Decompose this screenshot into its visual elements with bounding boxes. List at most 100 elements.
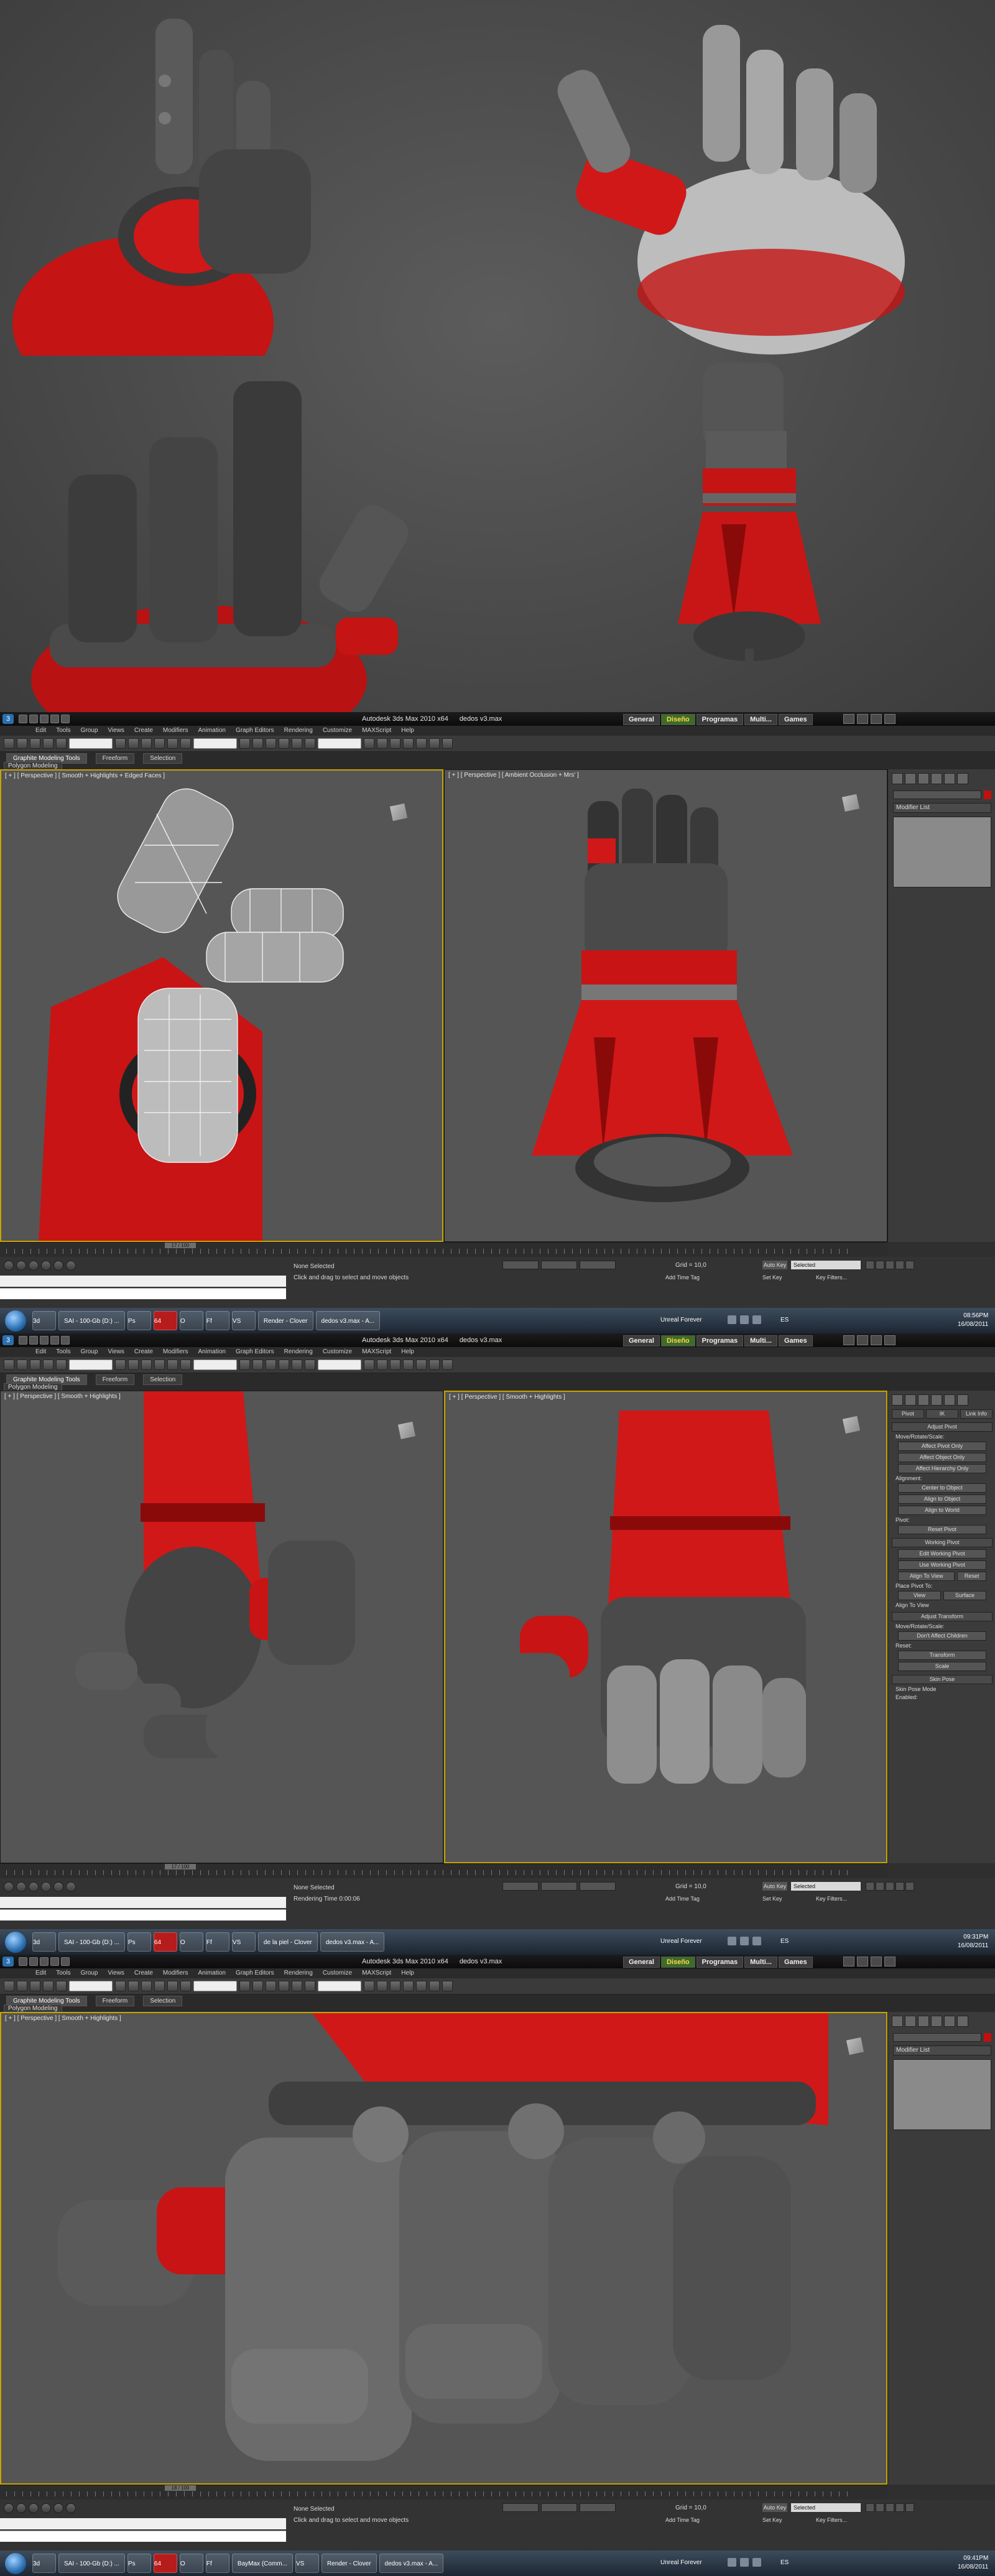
tab-pivot[interactable]: Pivot	[892, 1409, 924, 1419]
region-select-icon[interactable]	[141, 1360, 152, 1370]
prev-frame-icon[interactable]	[876, 2503, 884, 2512]
tray-icon[interactable]	[740, 2558, 749, 2567]
ws-diseno[interactable]: Diseño	[660, 1335, 695, 1346]
modifier-stack[interactable]	[893, 2059, 991, 2130]
ws-games[interactable]: Games	[778, 714, 813, 725]
edit-working-pivot-button[interactable]: Edit Working Pivot	[898, 1549, 986, 1559]
display-tab-icon[interactable]	[944, 1394, 955, 1406]
affect-object-only-button[interactable]: Affect Object Only	[898, 1453, 986, 1462]
unreal-forever-label[interactable]: Unreal Forever	[660, 1938, 702, 1945]
play-icon[interactable]	[886, 1261, 894, 1269]
mirror-icon[interactable]	[292, 1360, 302, 1370]
viewcube[interactable]	[397, 1420, 417, 1440]
scale-button[interactable]: Scale	[898, 1662, 986, 1671]
render-icon[interactable]	[442, 1981, 453, 1991]
track-ruler[interactable]	[6, 1249, 855, 1254]
undo-icon[interactable]	[50, 1957, 59, 1966]
working-pivot-rollout[interactable]: Working Pivot	[892, 1538, 993, 1547]
rotate-icon[interactable]	[167, 1981, 178, 1991]
menu-create[interactable]: Create	[130, 1347, 157, 1357]
orbit-icon[interactable]	[4, 2503, 14, 2513]
tab-freeform[interactable]: Freeform	[95, 753, 135, 764]
transform-button[interactable]: Transform	[898, 1651, 986, 1660]
key-filters-button[interactable]: Key Filters...	[816, 1274, 847, 1281]
orbit-icon[interactable]	[4, 1261, 14, 1271]
tray-icon[interactable]	[752, 2558, 761, 2567]
rotate-icon[interactable]	[167, 738, 178, 749]
tab-selection[interactable]: Selection	[143, 1996, 183, 2006]
taskbar-item[interactable]: VS	[231, 1311, 256, 1330]
move-icon[interactable]	[154, 738, 165, 749]
zoom-all-icon[interactable]	[41, 2503, 51, 2513]
key-filters-button[interactable]: Key Filters...	[816, 2517, 847, 2523]
zoom-icon[interactable]	[29, 2503, 39, 2513]
key-mode-dropdown[interactable]: Selected	[791, 2503, 861, 2512]
scale-icon[interactable]	[180, 738, 191, 749]
goto-start-icon[interactable]	[866, 1882, 874, 1891]
angle-snap-icon[interactable]	[266, 738, 276, 749]
menu-views[interactable]: Views	[103, 1347, 129, 1357]
adjust-pivot-rollout[interactable]: Adjust Pivot	[892, 1422, 993, 1432]
viewcube[interactable]	[841, 1415, 861, 1435]
undo-icon[interactable]	[4, 738, 14, 749]
x-field[interactable]	[502, 1882, 539, 1891]
zoom-all-icon[interactable]	[41, 1882, 51, 1892]
taskbar-item[interactable]: 64	[153, 1311, 177, 1330]
redo-icon[interactable]	[61, 715, 70, 723]
maximize-viewport-icon[interactable]	[66, 2503, 76, 2513]
select-icon[interactable]	[115, 1360, 126, 1370]
viewcube[interactable]	[841, 793, 861, 813]
menu-edit[interactable]: Edit	[31, 1347, 50, 1357]
angle-snap-icon[interactable]	[266, 1360, 276, 1370]
modify-tab-icon[interactable]	[905, 2016, 916, 2027]
tab-selection[interactable]: Selection	[143, 753, 183, 764]
help-icon[interactable]	[843, 1335, 854, 1345]
x-field[interactable]	[502, 2503, 539, 2512]
field-of-view-icon[interactable]	[53, 2503, 63, 2513]
render-setup-icon[interactable]	[416, 1360, 427, 1370]
utilities-tab-icon[interactable]	[957, 1394, 968, 1406]
redo-icon[interactable]	[61, 1957, 70, 1966]
taskbar-item[interactable]: 3d	[32, 2554, 56, 2573]
undo-icon[interactable]	[50, 1336, 59, 1345]
menu-create[interactable]: Create	[130, 1968, 157, 1978]
frame-indicator[interactable]: 18 / 100	[165, 2485, 196, 2491]
align-to-view-checkbox[interactable]: Align To View	[895, 1602, 989, 1608]
unlink-icon[interactable]	[43, 738, 53, 749]
taskbar-item[interactable]: dedos v3.max - A...	[379, 2554, 444, 2573]
maxscript-output[interactable]	[0, 2531, 286, 2542]
menu-tools[interactable]: Tools	[52, 1968, 75, 1978]
menu-animation[interactable]: Animation	[193, 1347, 229, 1357]
selection-filter-dropdown[interactable]	[69, 1360, 113, 1370]
taskbar-item[interactable]: dedos v3.max - A...	[315, 1311, 381, 1330]
bind-icon[interactable]	[56, 738, 67, 749]
time-slider[interactable]: 18 / 100	[0, 2485, 887, 2500]
curve-editor-icon[interactable]	[377, 1981, 387, 1991]
zoom-icon[interactable]	[29, 1882, 39, 1892]
tab-freeform[interactable]: Freeform	[95, 1996, 135, 2006]
render-setup-icon[interactable]	[416, 1981, 427, 1991]
close-icon[interactable]	[884, 714, 895, 724]
reference-coord-dropdown[interactable]	[193, 1981, 237, 1991]
field-of-view-icon[interactable]	[53, 1261, 63, 1271]
menu-maxscript[interactable]: MAXScript	[358, 1347, 396, 1357]
viewport-left[interactable]: [ + ] [ Perspective ] [ Smooth + Highlig…	[0, 769, 443, 1242]
ws-diseno[interactable]: Diseño	[660, 1957, 695, 1968]
menu-group[interactable]: Group	[76, 726, 103, 736]
ws-games[interactable]: Games	[778, 1957, 813, 1968]
add-time-tag[interactable]: Add Time Tag	[665, 1274, 700, 1281]
reference-coord-dropdown[interactable]	[193, 1360, 237, 1370]
taskbar-item[interactable]: Render - Clover	[257, 1311, 313, 1330]
next-frame-icon[interactable]	[895, 1261, 904, 1269]
utilities-tab-icon[interactable]	[957, 773, 968, 784]
viewport-right[interactable]: [ + ] [ Perspective ] [ Ambient Occlusio…	[444, 769, 887, 1242]
minimize-icon[interactable]	[857, 714, 868, 724]
taskbar-item[interactable]: Render - Clover	[321, 2554, 377, 2573]
maxscript-listener[interactable]	[0, 1897, 286, 1908]
menu-modifiers[interactable]: Modifiers	[159, 726, 193, 736]
ws-programas[interactable]: Programas	[696, 1335, 744, 1346]
snap-icon[interactable]	[252, 738, 263, 749]
percent-snap-icon[interactable]	[279, 1981, 289, 1991]
display-tab-icon[interactable]	[944, 2016, 955, 2027]
align-icon[interactable]	[305, 738, 315, 749]
